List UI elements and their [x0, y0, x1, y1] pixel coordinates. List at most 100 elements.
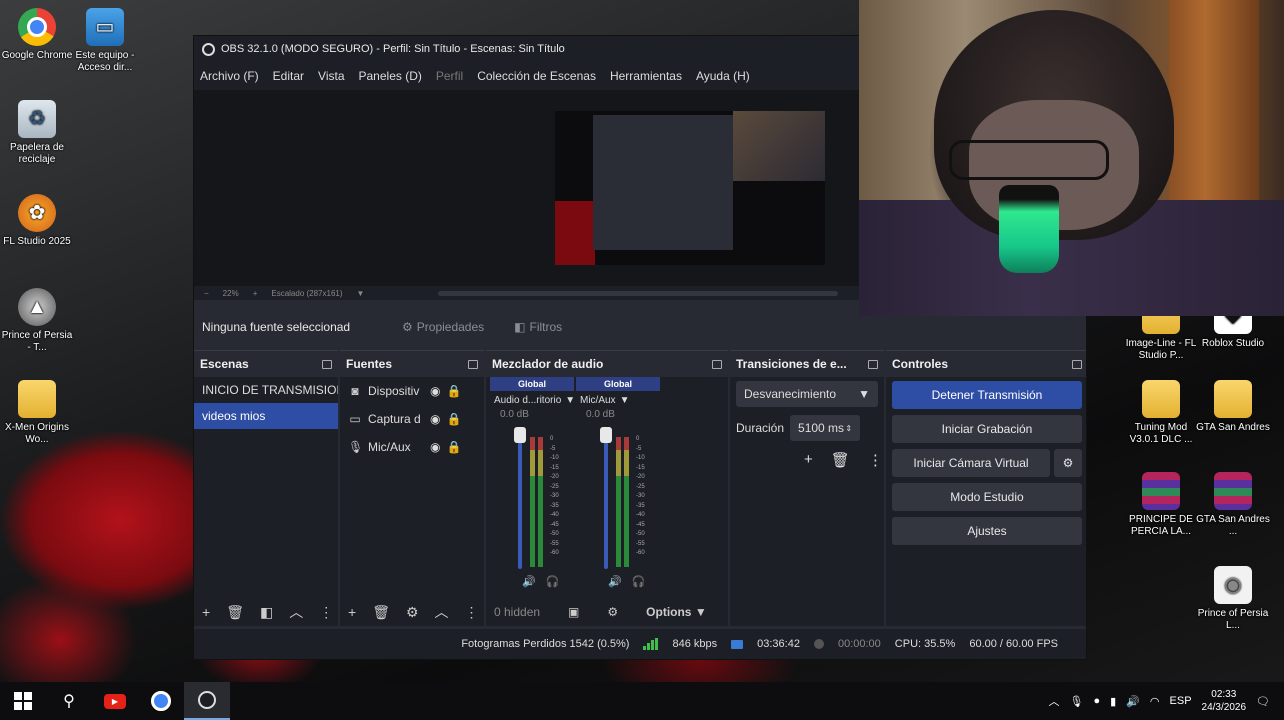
undock-icon[interactable]	[322, 359, 332, 369]
menu-paneles[interactable]: Paneles (D)	[359, 69, 422, 83]
headphones-icon[interactable]: 🎧	[632, 575, 646, 588]
add-icon[interactable]: +	[348, 604, 356, 620]
headphones-icon[interactable]: 🎧	[546, 575, 560, 588]
layout-icon[interactable]: ▣	[568, 605, 579, 619]
settings-button[interactable]: Ajustes	[892, 517, 1082, 545]
taskbar-chrome[interactable]	[138, 682, 184, 720]
undock-icon[interactable]	[868, 359, 878, 369]
preview-scrollbar[interactable]	[438, 290, 839, 296]
trash-icon[interactable]: 🗑	[372, 604, 390, 621]
transition-type: Desvanecimiento	[744, 387, 837, 401]
search-button[interactable]: ⚲	[46, 682, 92, 720]
chevron-down-icon[interactable]: ▼	[357, 289, 365, 298]
options-button[interactable]: Options ▼	[646, 605, 707, 619]
microphone-icon: 🎙	[348, 440, 364, 454]
undock-icon[interactable]	[712, 359, 722, 369]
microphone-icon[interactable]: 🎙	[1070, 695, 1084, 708]
clock[interactable]: 02:33 24/3/2026	[1202, 688, 1247, 714]
desktop-icon-xmen[interactable]: X-Men Origins Wo...	[0, 380, 74, 446]
trash-icon[interactable]: 🗑	[831, 451, 850, 469]
winrar-icon	[1214, 472, 1252, 510]
scale-label: Escalado (287x161)	[271, 288, 343, 298]
filter-icon[interactable]: ◧	[260, 604, 273, 621]
volume-slider-track[interactable]	[604, 435, 608, 569]
trash-icon[interactable]: 🗑	[226, 604, 244, 621]
menu-archivo[interactable]: Archivo (F)	[200, 69, 259, 83]
volume-slider-handle[interactable]	[514, 427, 526, 443]
more-icon[interactable]: ⋮	[465, 604, 479, 621]
volume-icon[interactable]: 🔊	[1126, 695, 1140, 708]
notification-icon[interactable]: 🗨	[1256, 695, 1270, 708]
desktop-icon-gta-rar[interactable]: GTA San Andres ...	[1196, 472, 1270, 538]
start-recording-button[interactable]: Iniciar Grabación	[892, 415, 1082, 443]
hidden-count: 0 hidden	[494, 605, 541, 619]
source-item[interactable]: 🎙 Mic/Aux ◉ 🔒	[340, 433, 484, 461]
zoom-out-icon[interactable]: −	[204, 289, 209, 298]
desktop-icon-fl-studio[interactable]: ✿ FL Studio 2025	[0, 194, 74, 248]
speaker-icon[interactable]: 🔊	[608, 575, 622, 588]
menu-coleccion-escenas[interactable]: Colección de Escenas	[477, 69, 596, 83]
spin-arrows-icon[interactable]: ⇕	[845, 424, 852, 433]
desktop-icon-principe-rar[interactable]: PRINCIPE DE PERCIA LA...	[1124, 472, 1198, 538]
taskbar-youtube[interactable]: ▶	[92, 682, 138, 720]
eye-icon[interactable]: ◉	[430, 440, 440, 454]
source-item[interactable]: ▭ Captura d ◉ 🔒	[340, 405, 484, 433]
menu-herramientas[interactable]: Herramientas	[610, 69, 682, 83]
virtual-camera-settings-button[interactable]: ⚙	[1054, 449, 1082, 477]
meter-scale: 0 -5 -10 -15 -20 -25 -30 -35 -40 -45 -50 -55 -60	[550, 436, 559, 556]
more-icon[interactable]: ⋮	[868, 451, 883, 469]
channel-name[interactable]: Audio d...ritorio▼	[490, 391, 574, 409]
studio-mode-button[interactable]: Modo Estudio	[892, 483, 1082, 511]
system-tray: ︿ 🎙 ● ▮ 🔊 ◠ ESP 02:33 24/3/2026 🗨	[1049, 688, 1284, 714]
speaker-icon[interactable]: 🔊	[522, 575, 536, 588]
tray-app-icon[interactable]: ●	[1093, 695, 1100, 707]
source-item[interactable]: ◙ Dispositiv ◉ 🔒	[340, 377, 484, 405]
lock-icon[interactable]: 🔒	[446, 440, 461, 454]
channel-name[interactable]: Mic/Aux ▼	[576, 391, 660, 409]
gear-icon[interactable]: ⚙	[406, 604, 419, 621]
menu-editar[interactable]: Editar	[273, 69, 304, 83]
battery-icon[interactable]: ▮	[1110, 695, 1116, 708]
desktop-icon-gta-folder[interactable]: GTA San Andres	[1196, 380, 1270, 434]
gear-icon[interactable]: ⚙	[607, 605, 618, 619]
duration-spinbox[interactable]: 5100 ms ⇕	[790, 415, 861, 441]
preview-canvas[interactable]	[194, 90, 860, 286]
desktop-icon-chrome[interactable]: Google Chrome	[0, 8, 74, 62]
chevron-up-icon[interactable]: ︿	[435, 602, 449, 622]
menu-vista[interactable]: Vista	[318, 69, 344, 83]
chevron-up-icon[interactable]: ︿	[1049, 693, 1060, 709]
start-button[interactable]	[0, 682, 46, 720]
eye-icon[interactable]: ◉	[430, 412, 440, 426]
desktop-icon-este-equipo[interactable]: ▭ Este equipo - Acceso dir...	[68, 8, 142, 74]
lock-icon[interactable]: 🔒	[446, 412, 461, 426]
transition-select[interactable]: Desvanecimiento ▼	[736, 381, 878, 407]
menu-perfil[interactable]: Perfil	[436, 69, 463, 83]
filters-button[interactable]: ◧ Filtros	[514, 320, 562, 334]
lock-icon[interactable]: 🔒	[446, 384, 461, 398]
desktop-icon-label: X-Men Origins Wo...	[5, 422, 69, 445]
menu-ayuda[interactable]: Ayuda (H)	[696, 69, 750, 83]
scene-item-selected[interactable]: videos mios	[194, 403, 338, 429]
zoom-in-icon[interactable]: +	[253, 289, 258, 298]
desktop-icon-recycle-bin[interactable]: ♻ Papelera de reciclaje	[0, 100, 74, 166]
chevron-up-icon[interactable]: ︿	[289, 602, 303, 622]
properties-button[interactable]: ⚙ Propiedades	[402, 320, 484, 334]
taskbar-obs[interactable]	[184, 682, 230, 720]
desktop-icon-prince-of-persia[interactable]: ▲ Prince of Persia - T...	[0, 288, 74, 354]
wifi-icon[interactable]: ◠	[1150, 695, 1160, 708]
desktop-icon-tuning-mod[interactable]: Tuning Mod V3.0.1 DLC ...	[1124, 380, 1198, 446]
eye-icon[interactable]: ◉	[430, 384, 440, 398]
add-icon[interactable]: +	[804, 451, 813, 469]
start-virtual-camera-button[interactable]: Iniciar Cámara Virtual	[892, 449, 1050, 477]
volume-slider-handle[interactable]	[600, 427, 612, 443]
scene-item[interactable]: INICIO DE TRANSMISION	[194, 377, 338, 403]
more-icon[interactable]: ⋮	[319, 604, 333, 621]
desktop-icon-prince-file[interactable]: ◉ Prince of Persia L...	[1196, 566, 1270, 632]
undock-icon[interactable]	[468, 359, 478, 369]
add-icon[interactable]: +	[202, 604, 210, 620]
language-indicator[interactable]: ESP	[1170, 695, 1192, 707]
dropped-frames: Fotogramas Perdidos 1542 (0.5%)	[461, 638, 630, 650]
volume-slider-track[interactable]	[518, 435, 522, 569]
undock-icon[interactable]	[1072, 359, 1082, 369]
stop-streaming-button[interactable]: Detener Transmisión	[892, 381, 1082, 409]
